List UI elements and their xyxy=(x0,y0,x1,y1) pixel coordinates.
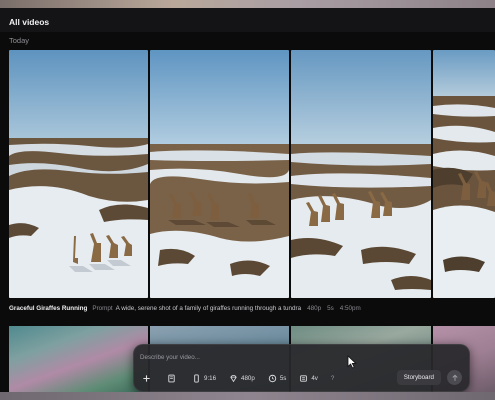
help-button[interactable]: ? xyxy=(328,372,337,385)
duration-label: 5s xyxy=(279,375,287,382)
video-grid xyxy=(9,50,495,298)
video-time: 4:50pm xyxy=(339,305,361,312)
video-tile-3[interactable] xyxy=(291,50,431,298)
variations-button[interactable]: 4v xyxy=(296,372,321,385)
describe-video-input[interactable] xyxy=(140,351,380,363)
aspect-ratio-label: 9:16 xyxy=(204,375,217,382)
help-label: ? xyxy=(330,375,335,382)
window-bottom-edge xyxy=(0,392,495,400)
variations-label: 4v xyxy=(311,375,318,382)
header-bar xyxy=(0,8,495,32)
arrow-up-icon xyxy=(451,374,458,381)
video-title[interactable]: Graceful Giraffes Running xyxy=(9,305,87,312)
add-button[interactable] xyxy=(139,372,157,385)
prompt-composer: 9:16 480p 5s 4v xyxy=(133,344,470,392)
portrait-frame-icon xyxy=(194,374,199,383)
video-resolution: 480p xyxy=(307,305,322,312)
quality-label: 480p xyxy=(241,375,255,382)
prompt-text: A wide, serene shot of a family of giraf… xyxy=(115,305,302,312)
submit-button[interactable] xyxy=(447,370,462,385)
storyboard-button[interactable]: Storyboard xyxy=(396,370,441,385)
plus-icon xyxy=(143,375,150,382)
mouse-cursor-icon xyxy=(347,355,357,369)
quality-button[interactable]: 480p xyxy=(226,372,258,385)
video-tile-2[interactable] xyxy=(150,50,289,298)
video-tile-5[interactable] xyxy=(9,326,148,392)
stack-icon xyxy=(300,375,308,382)
aspect-ratio-button[interactable]: 9:16 xyxy=(189,372,219,385)
video-tile-1[interactable] xyxy=(9,50,148,298)
video-tile-4[interactable] xyxy=(433,50,495,298)
composer-toolbar: 9:16 480p 5s 4v ? xyxy=(139,372,344,385)
film-library-icon xyxy=(168,374,175,383)
video-duration: 5s xyxy=(327,305,334,312)
duration-button[interactable]: 5s xyxy=(265,372,290,385)
prompt-label: Prompt xyxy=(92,305,113,312)
section-label-today: Today xyxy=(9,36,30,45)
library-button[interactable] xyxy=(164,372,182,385)
diamond-icon xyxy=(230,375,237,383)
clock-icon xyxy=(268,374,277,383)
app-frame: All videos Today Graceful Giraffes Runni… xyxy=(0,0,495,400)
window-top-edge xyxy=(0,0,495,8)
video-caption: Graceful Giraffes Running Prompt A wide, s… xyxy=(9,305,495,312)
page-title: All videos xyxy=(9,17,50,27)
